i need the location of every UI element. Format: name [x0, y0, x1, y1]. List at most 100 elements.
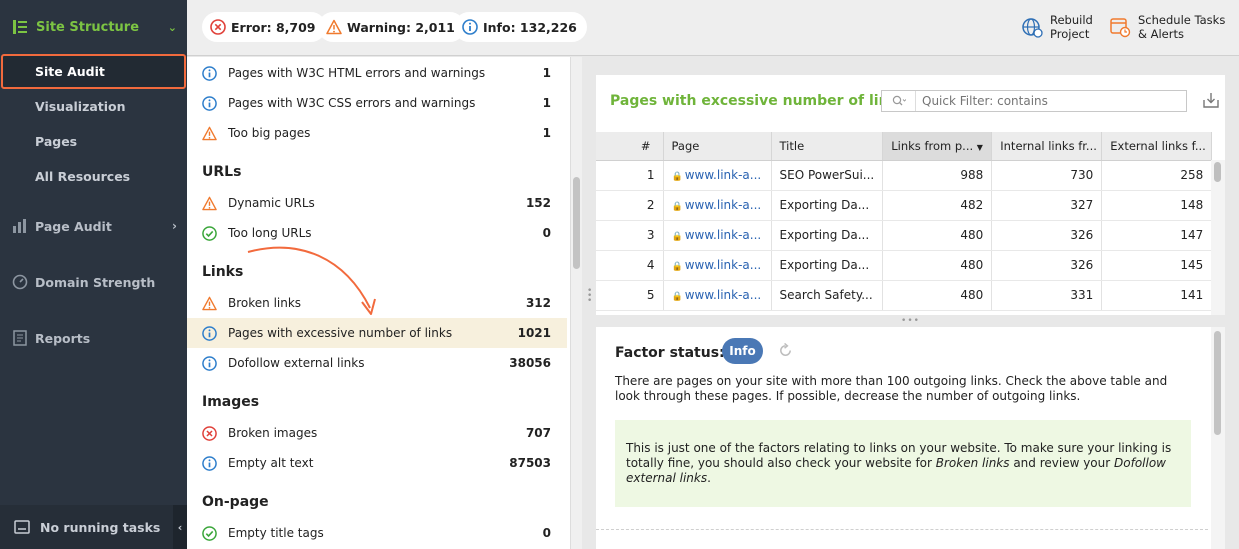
check-circle-icon	[202, 525, 217, 541]
cell-external: 145	[1101, 250, 1213, 281]
cell-page[interactable]: 🔒 www.link-a...	[663, 190, 772, 221]
cell-index: 2	[596, 190, 664, 221]
task-status-bar[interactable]: No running tasks ‹	[0, 505, 187, 549]
table-row[interactable]: 1 🔒 www.link-a... SEO PowerSui... 988 730…	[596, 160, 1213, 191]
list-item-count: 1	[542, 126, 551, 140]
cell-title: Exporting Da...	[771, 190, 884, 221]
section-heading-on-page: On-page	[202, 494, 269, 510]
factor-status-scrollbar[interactable]	[1211, 327, 1225, 549]
list-item[interactable]: Too big pages 1	[187, 118, 567, 148]
cell-page[interactable]: 🔒 www.link-a...	[663, 220, 772, 251]
list-item-count: 1	[542, 66, 551, 80]
cell-title: Exporting Da...	[771, 250, 884, 281]
sidebar-item-label: Reports	[35, 330, 91, 346]
sidebar-item-visualization[interactable]: Visualization	[0, 89, 187, 124]
export-icon[interactable]	[1202, 91, 1220, 109]
error-count-badge[interactable]: Error: 8,709	[202, 12, 326, 42]
horizontal-splitter[interactable]: •••	[596, 316, 1225, 326]
list-item[interactable]: Broken links 312	[187, 288, 567, 318]
table-row[interactable]: 3 🔒 www.link-a... Exporting Da... 480 326…	[596, 220, 1213, 251]
schedule-tasks-button[interactable]: Schedule Tasks & Alerts	[1109, 13, 1225, 41]
cell-page-url: www.link-a...	[684, 168, 762, 182]
cell-index: 4	[596, 250, 664, 281]
list-item[interactable]: Dofollow external links 38056	[187, 348, 567, 378]
refresh-icon[interactable]	[778, 343, 793, 358]
list-item[interactable]: Pages with W3C HTML errors and warnings …	[187, 58, 567, 88]
cell-internal: 331	[991, 280, 1103, 311]
cell-external: 148	[1101, 190, 1213, 221]
list-item-label: Dofollow external links	[228, 356, 365, 370]
cell-index: 3	[596, 220, 664, 251]
cell-page[interactable]: 🔒 www.link-a...	[663, 280, 772, 311]
search-icon[interactable]	[882, 91, 916, 111]
warning-count-badge[interactable]: Warning: 2,011	[318, 12, 465, 42]
column-header-page[interactable]: Page	[663, 132, 772, 161]
sidebar-item-site-audit[interactable]: Site Audit	[1, 54, 186, 89]
info-icon	[462, 19, 478, 35]
column-header-links-from-page[interactable]: Links from p... ▼	[882, 132, 993, 161]
cell-page[interactable]: 🔒 www.link-a...	[663, 160, 772, 191]
factor-list: Pages with W3C HTML errors and warnings …	[187, 57, 570, 549]
tasks-icon	[14, 520, 30, 534]
cell-index: 5	[596, 280, 664, 311]
table-row[interactable]: 4 🔒 www.link-a... Exporting Da... 480 326…	[596, 250, 1213, 281]
table-row[interactable]: 5 🔒 www.link-a... Search Safety... 480 33…	[596, 280, 1213, 311]
factor-list-scrollbar[interactable]	[570, 57, 582, 549]
info-count-badge[interactable]: Info: 132,226	[454, 12, 587, 42]
sidebar-item-label: Page Audit	[35, 218, 112, 234]
page-audit-icon	[12, 218, 28, 234]
column-header-external-links[interactable]: External links f...	[1101, 132, 1213, 161]
table-scrollbar[interactable]	[1211, 160, 1225, 315]
list-item-label: Broken images	[228, 426, 318, 440]
cell-internal: 326	[991, 220, 1103, 251]
collapse-sidebar-button[interactable]: ‹	[173, 505, 187, 549]
sidebar-item-page-audit[interactable]: Page Audit ›	[0, 198, 187, 254]
list-item[interactable]: Pages with W3C CSS errors and warnings 1	[187, 88, 567, 118]
sidebar-item-pages[interactable]: Pages	[0, 124, 187, 159]
cell-page-url: www.link-a...	[684, 258, 762, 272]
site-structure-icon	[12, 19, 28, 35]
column-header-title[interactable]: Title	[771, 132, 884, 161]
table-header-row: # Page Title Links from p... ▼ Internal …	[596, 132, 1213, 161]
list-item[interactable]: Dynamic URLs 152	[187, 188, 567, 218]
list-item[interactable]: Empty alt text 87503	[187, 448, 567, 478]
sidebar-item-all-resources[interactable]: All Resources	[0, 159, 187, 194]
cell-links: 482	[882, 190, 993, 221]
cell-title: SEO PowerSui...	[771, 160, 884, 191]
list-item-label: Dynamic URLs	[228, 196, 315, 210]
list-item-selected[interactable]: Pages with excessive number of links 102…	[187, 318, 567, 348]
quick-filter[interactable]	[881, 90, 1187, 112]
list-item[interactable]: Too long URLs 0	[187, 218, 567, 248]
scrollbar-thumb[interactable]	[573, 177, 580, 269]
factor-status-panel: Factor status: Info There are pages on y…	[596, 327, 1225, 549]
list-item-count: 38056	[509, 356, 551, 370]
cell-page[interactable]: 🔒 www.link-a...	[663, 250, 772, 281]
list-item-label: Empty alt text	[228, 456, 314, 470]
chevron-down-icon: ⌄	[167, 20, 177, 34]
gauge-icon	[12, 274, 28, 290]
list-item-label: Too long URLs	[228, 226, 312, 240]
top-toolbar: Error: 8,709 Warning: 2,011 Info: 132,22…	[187, 0, 1239, 56]
table-row[interactable]: 2 🔒 www.link-a... Exporting Da... 482 327…	[596, 190, 1213, 221]
list-item[interactable]: Broken images 707	[187, 418, 567, 448]
list-item[interactable]: Empty title tags 0	[187, 518, 567, 548]
warning-icon	[202, 296, 217, 310]
info-icon	[202, 325, 217, 341]
column-header-internal-links[interactable]: Internal links fr...	[991, 132, 1103, 161]
sidebar-item-reports[interactable]: Reports	[0, 310, 187, 366]
schedule-icon	[1110, 18, 1131, 38]
sidebar-section-site-structure[interactable]: Site Structure ⌄	[0, 0, 187, 54]
factor-details-table-panel: Pages with excessive number of links # P…	[596, 75, 1225, 315]
rebuild-project-button[interactable]: Rebuild Project	[1021, 13, 1093, 41]
quick-filter-input[interactable]	[916, 94, 1186, 108]
scrollbar-thumb[interactable]	[1214, 162, 1221, 182]
scrollbar-thumb[interactable]	[1214, 331, 1221, 435]
error-count-label: Error: 8,709	[231, 19, 316, 35]
vertical-splitter[interactable]: • • •	[582, 57, 595, 549]
list-item-count: 707	[525, 426, 551, 440]
cell-external: 258	[1101, 160, 1213, 191]
info-icon	[202, 65, 217, 81]
list-item-count: 87503	[509, 456, 551, 470]
sidebar-item-domain-strength[interactable]: Domain Strength	[0, 254, 187, 310]
column-header-index[interactable]: #	[596, 132, 664, 161]
